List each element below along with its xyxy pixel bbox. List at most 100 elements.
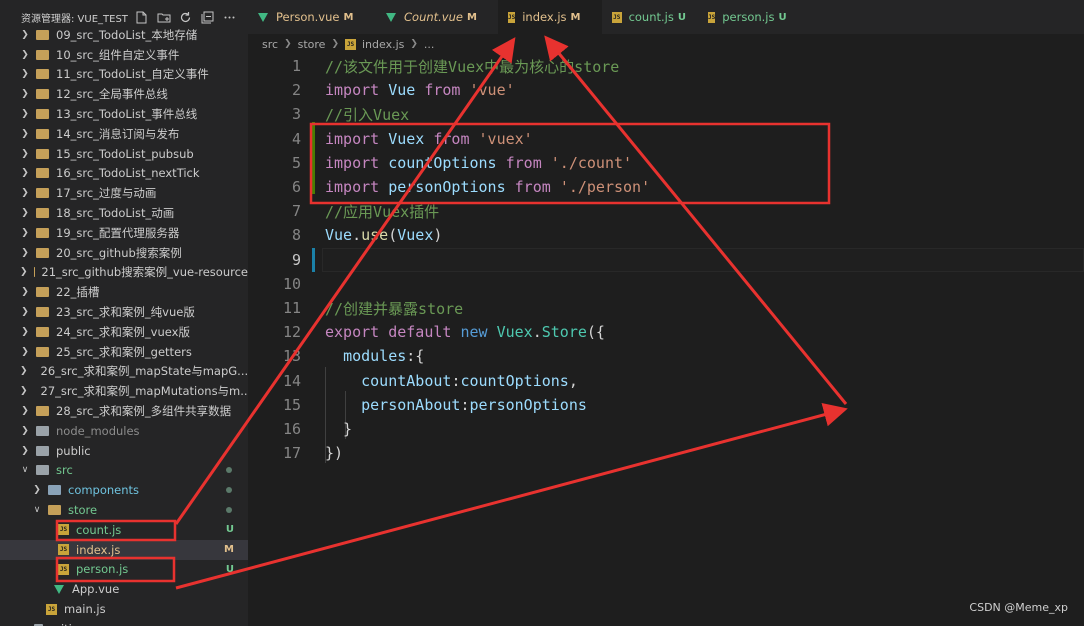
chevron-right-icon[interactable]: ❯ xyxy=(20,248,30,258)
tree-row[interactable]: ❯ 16_src_TodoList_nextTick xyxy=(0,164,248,184)
tree-row[interactable]: JS person.js U xyxy=(0,560,248,580)
tree-row[interactable]: ❯ 20_src_github搜索案例 xyxy=(0,243,248,263)
chevron-right-icon[interactable]: ❯ xyxy=(20,307,30,317)
tree-row[interactable]: ❯ 17_src_过度与动画 xyxy=(0,183,248,203)
collapse-icon[interactable] xyxy=(200,10,215,25)
chevron-right-icon[interactable]: ❯ xyxy=(20,287,30,297)
breadcrumb-file[interactable]: index.js xyxy=(362,38,404,51)
code-line[interactable]: 5 import countOptions from './count' xyxy=(248,151,1084,175)
tree-row[interactable]: ❯ 26_src_求和案例_mapState与mapG... xyxy=(0,362,248,382)
code-line[interactable]: 7 //应用Vuex插件 xyxy=(248,199,1084,223)
code-line[interactable]: 10 xyxy=(248,272,1084,296)
breadcrumb-symbol[interactable]: ... xyxy=(424,38,435,51)
code-line[interactable]: 14 countAbout:countOptions, xyxy=(248,369,1084,393)
chevron-right-icon[interactable]: ❯ xyxy=(20,446,30,456)
tree-row[interactable]: ❯ 24_src_求和案例_vuex版 xyxy=(0,322,248,342)
chevron-right-icon[interactable]: ❯ xyxy=(20,89,30,99)
tree-row[interactable]: ❯ components xyxy=(0,480,248,500)
code-line[interactable]: 6 import personOptions from './person' xyxy=(248,175,1084,199)
chevron-right-icon[interactable]: ❯ xyxy=(20,109,30,119)
tree-row[interactable]: JS index.js M xyxy=(0,539,248,560)
code-line[interactable]: 13 modules:{ xyxy=(248,344,1084,368)
chevron-right-icon[interactable]: ❯ xyxy=(20,366,28,376)
tree-row[interactable]: JS count.js U xyxy=(0,520,248,540)
tree-row[interactable]: ❯ 14_src_消息订阅与发布 xyxy=(0,124,248,144)
tree-row[interactable]: ❯ 10_src_组件自定义事件 xyxy=(0,45,248,65)
code-text: import Vue from 'vue' xyxy=(325,81,515,99)
code-line[interactable]: 12 export default new Vuex.Store({ xyxy=(248,320,1084,344)
chevron-right-icon[interactable]: ❯ xyxy=(20,129,30,139)
tree-row[interactable]: ❯ 12_src_全局事件总线 xyxy=(0,84,248,104)
more-icon[interactable] xyxy=(222,10,237,25)
code-line[interactable]: 1 //该文件用于创建Vuex中最为核心的store xyxy=(248,54,1084,78)
chevron-right-icon[interactable]: ❯ xyxy=(20,188,30,198)
code-line[interactable]: 9 xyxy=(248,248,1084,272)
code-line[interactable]: 3 //引入Vuex xyxy=(248,102,1084,126)
tree-row[interactable]: App.vue xyxy=(0,579,248,599)
chevron-right-icon[interactable]: ❯ xyxy=(20,228,30,238)
chevron-right-icon[interactable]: ❯ xyxy=(20,69,30,79)
tree-item-label: 15_src_TodoList_pubsub xyxy=(56,146,194,161)
line-number: 5 xyxy=(291,153,301,172)
code-line[interactable]: 17}) xyxy=(248,441,1084,465)
chevron-right-icon[interactable]: ❯ xyxy=(20,347,30,357)
new-file-icon[interactable] xyxy=(134,10,149,25)
refresh-icon[interactable] xyxy=(178,10,193,25)
chevron-right-icon[interactable]: ❯ xyxy=(20,327,30,337)
tree-row[interactable]: ❯ 25_src_求和案例_getters xyxy=(0,342,248,362)
breadcrumb-src[interactable]: src xyxy=(262,38,278,51)
tree-row[interactable]: ❯ 21_src_github搜索案例_vue-resource xyxy=(0,263,248,283)
chevron-right-icon[interactable]: ❯ xyxy=(20,267,28,277)
code-text: Vue.use(Vuex) xyxy=(325,226,442,244)
code-line[interactable]: 11 //创建并暴露store xyxy=(248,296,1084,320)
tree-row[interactable]: ❯ 09_src_TodoList_本地存储 xyxy=(0,25,248,45)
tree-item-label: App.vue xyxy=(72,582,120,597)
code-text: import Vuex from 'vuex' xyxy=(325,130,533,148)
tree-item-label: .gitignore xyxy=(50,622,105,626)
chevron-down-icon[interactable]: ∨ xyxy=(32,505,42,515)
tab-index-js[interactable]: JS index.js M xyxy=(498,0,602,34)
tab-person-js[interactable]: JS person.js U xyxy=(698,0,794,34)
breadcrumb-store[interactable]: store xyxy=(298,38,326,51)
code-token: Vuex xyxy=(388,129,425,148)
chevron-right-icon[interactable]: ❯ xyxy=(32,485,42,495)
tree-row[interactable]: ❯ 22_插槽 xyxy=(0,282,248,302)
chevron-right-icon[interactable]: ❯ xyxy=(20,30,30,40)
code-line[interactable]: 15 personAbout:personOptions xyxy=(248,393,1084,417)
tab-person-vue[interactable]: Person.vue M xyxy=(248,0,376,34)
code-line[interactable]: 8 Vue.use(Vuex) xyxy=(248,223,1084,247)
tab-count-vue[interactable]: Count.vue M xyxy=(376,0,498,34)
tree-row[interactable]: ❯ 15_src_TodoList_pubsub xyxy=(0,144,248,164)
tree-row[interactable]: ∨ store xyxy=(0,500,248,520)
new-folder-icon[interactable] xyxy=(156,10,171,25)
tree-row[interactable]: ❯ 13_src_TodoList_事件总线 xyxy=(0,104,248,124)
tree-row[interactable]: ❯ node_modules xyxy=(0,421,248,441)
tree-item-label: person.js xyxy=(76,562,129,577)
tree-row[interactable]: ❯ 19_src_配置代理服务器 xyxy=(0,223,248,243)
tree-row[interactable]: ❯ 28_src_求和案例_多组件共享数据 xyxy=(0,401,248,421)
chevron-right-icon[interactable]: ❯ xyxy=(20,149,30,159)
chevron-right-icon[interactable]: ❯ xyxy=(20,168,30,178)
folder-icon xyxy=(36,425,49,436)
tree-row[interactable]: .gitignore xyxy=(0,619,248,626)
tree-row[interactable]: ❯ 27_src_求和案例_mapMutations与m... xyxy=(0,381,248,401)
chevron-right-icon[interactable]: ❯ xyxy=(20,50,30,60)
tree-row[interactable]: JS main.js xyxy=(0,599,248,619)
tree-row[interactable]: ❯ 23_src_求和案例_纯vue版 xyxy=(0,302,248,322)
code-line[interactable]: 4 import Vuex from 'vuex' xyxy=(248,127,1084,151)
tab-count-js[interactable]: JS count.js U xyxy=(602,0,698,34)
code-line[interactable]: 16 } xyxy=(248,417,1084,441)
chevron-right-icon[interactable]: ❯ xyxy=(20,426,30,436)
chevron-down-icon[interactable]: ∨ xyxy=(20,465,30,475)
tree-row[interactable]: ❯ 18_src_TodoList_动画 xyxy=(0,203,248,223)
code-editor[interactable]: 1 //该文件用于创建Vuex中最为核心的store 2 import Vue fro… xyxy=(248,54,1084,626)
chevron-right-icon[interactable]: ❯ xyxy=(20,386,28,396)
tree-row[interactable]: ❯ 11_src_TodoList_自定义事件 xyxy=(0,65,248,85)
chevron-right-icon[interactable]: ❯ xyxy=(20,208,30,218)
tree-row[interactable]: ∨ src xyxy=(0,461,248,481)
code-line[interactable]: 2 import Vue from 'vue' xyxy=(248,78,1084,102)
tree-row[interactable]: ❯ public xyxy=(0,441,248,461)
chevron-right-icon[interactable]: ❯ xyxy=(20,406,30,416)
